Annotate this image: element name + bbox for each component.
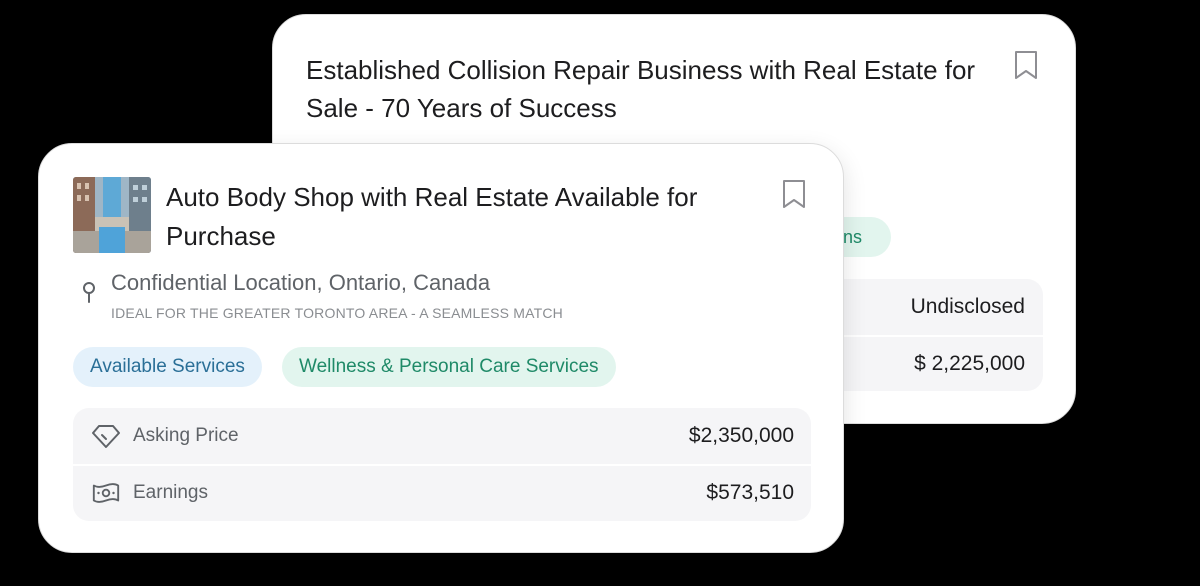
asking-price-value: $2,350,000	[688, 424, 794, 447]
listing-title[interactable]: Auto Body Shop with Real Estate Availabl…	[166, 178, 766, 256]
diamond-icon	[91, 423, 121, 449]
earnings-row: Earnings $573,510	[73, 464, 811, 520]
bookmark-icon[interactable]	[1013, 49, 1039, 86]
bookmark-icon[interactable]	[781, 178, 807, 215]
listing-thumbnail	[73, 177, 151, 253]
tag-wellness-personal-care[interactable]: Wellness & Personal Care Services	[282, 347, 616, 387]
cash-icon	[91, 480, 121, 506]
tag-available-services[interactable]: Available Services	[73, 347, 262, 387]
earnings-label: Earnings	[133, 482, 208, 503]
asking-price-row: Asking Price $2,350,000	[73, 408, 811, 464]
asking-price-label: Asking Price	[133, 425, 239, 446]
listing-card-front[interactable]: Auto Body Shop with Real Estate Availabl…	[38, 143, 844, 553]
listing-title[interactable]: Established Collision Repair Business wi…	[306, 51, 1016, 127]
location-pin-icon	[81, 282, 97, 309]
listing-tagline: IDEAL FOR THE GREATER TORONTO AREA - A S…	[111, 305, 563, 321]
price-table: Asking Price $2,350,000 Earnings $573,51…	[73, 408, 811, 521]
listing-location: Confidential Location, Ontario, Canada	[111, 270, 491, 295]
earnings-value: $573,510	[706, 481, 794, 504]
